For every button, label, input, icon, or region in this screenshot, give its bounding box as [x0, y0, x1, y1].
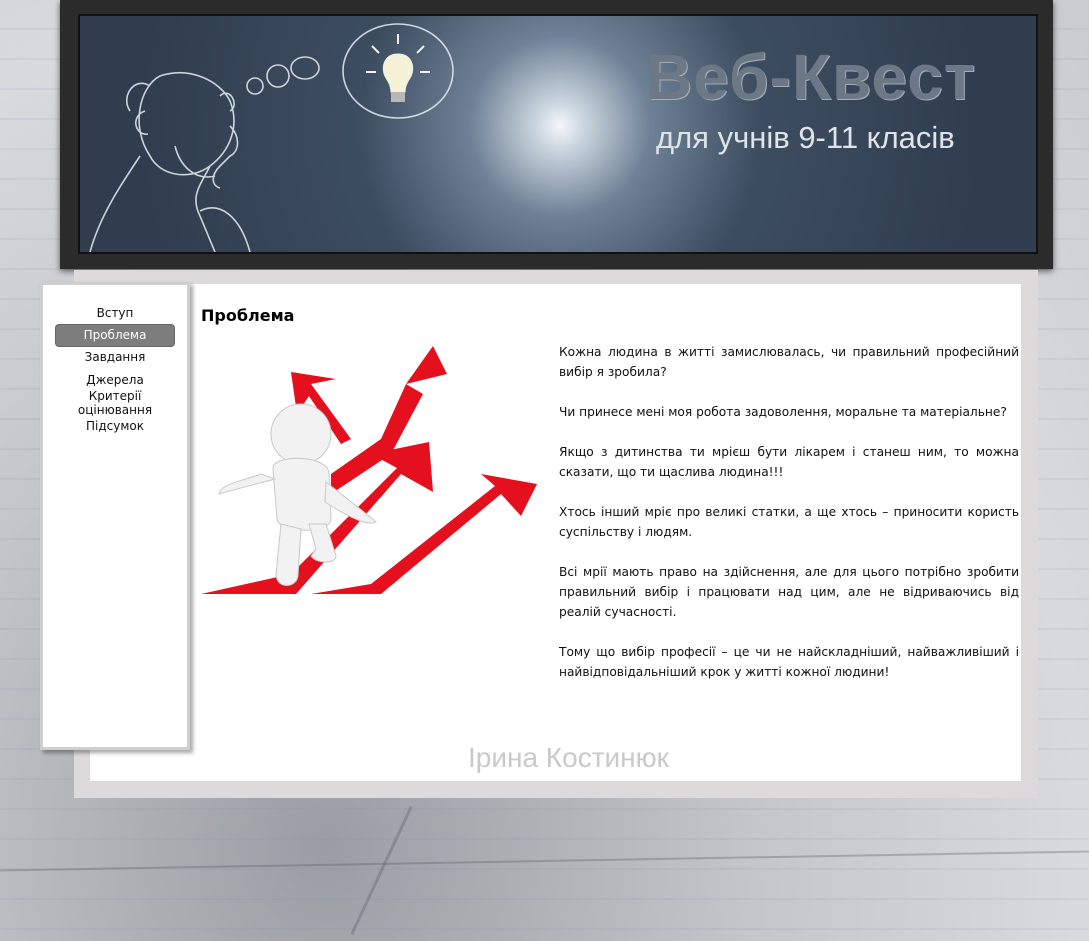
- paper-crease: [350, 805, 413, 936]
- paragraph: Всі мрії мають право на здійснення, але …: [559, 565, 1019, 619]
- sidebar-item-intro[interactable]: Вступ: [56, 303, 174, 324]
- sidebar-item-criteria[interactable]: Критерії оцінювання: [75, 388, 155, 418]
- author-signature: Ірина Костинюк: [468, 742, 669, 773]
- paragraph: Кожна людина в житті замислювалась, чи п…: [559, 345, 1019, 379]
- paragraph: Хтось інший мріє про великі статки, а ще…: [559, 505, 1019, 539]
- sidebar-item-problem[interactable]: Проблема: [55, 324, 175, 347]
- banner-title: Веб-Квест: [646, 41, 977, 113]
- choice-arrows-illustration: [201, 346, 537, 594]
- header-banner: Веб-Квест для учнів 9-11 класів: [78, 14, 1038, 254]
- sidebar-nav: Вступ Проблема Завдання Джерела Критерії…: [40, 282, 190, 750]
- paragraph: Якщо з дитинства ти мрієш бути лікарем і…: [559, 445, 1019, 479]
- paragraph: Тому що вибір професії – це чи не найскл…: [559, 645, 1019, 679]
- sidebar-item-task[interactable]: Завдання: [56, 347, 174, 368]
- problem-text: Кожна людина в житті замислювалась, чи п…: [559, 342, 1019, 702]
- page-title: Проблема: [201, 306, 295, 325]
- sidebar-item-summary[interactable]: Підсумок: [56, 418, 174, 434]
- lightbulb-icon: [366, 34, 430, 102]
- sidebar-item-sources[interactable]: Джерела: [56, 368, 174, 388]
- banner-subtitle: для учнів 9-11 класів: [656, 120, 955, 155]
- paragraph: Чи принесе мені моя робота задоволення, …: [559, 405, 1007, 419]
- paper-crease: [0, 850, 1089, 872]
